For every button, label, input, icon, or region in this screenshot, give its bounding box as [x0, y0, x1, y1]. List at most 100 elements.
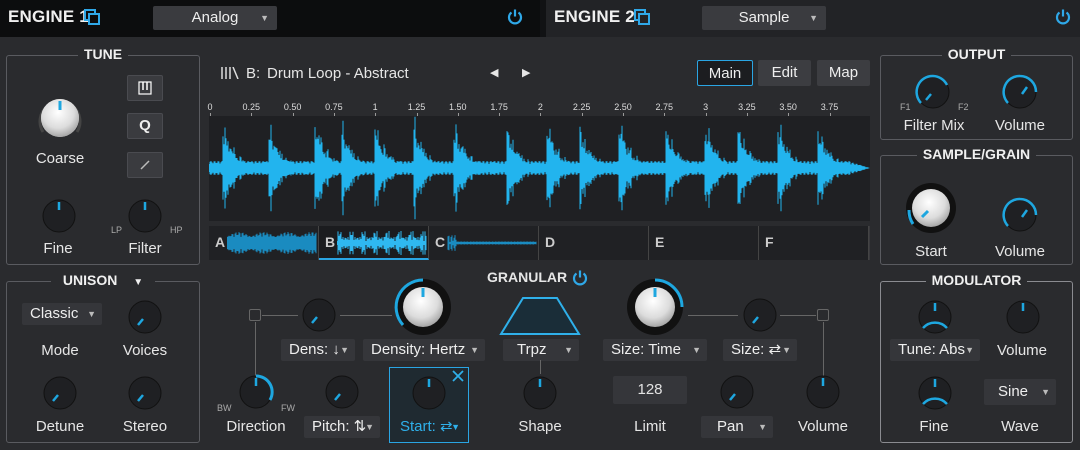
direction-label: Direction: [226, 418, 286, 435]
power-icon[interactable]: [1054, 8, 1072, 26]
modulator-fine-knob[interactable]: [916, 374, 954, 412]
unison-mode-select[interactable]: Classic ▼: [22, 303, 102, 325]
sample-volume-label: Volume: [994, 243, 1046, 260]
timeline-tick: 1.25: [407, 102, 426, 112]
unison-title[interactable]: UNISON ▼: [50, 272, 156, 288]
modulator-volume-knob[interactable]: [1004, 298, 1042, 336]
dens-mod-select[interactable]: Dens: ↓ ▼: [281, 339, 355, 361]
engine2-header: ENGINE 2 Sample ▼: [546, 0, 1080, 37]
sample-slot-label: A: [215, 234, 226, 250]
pencil-icon: [140, 160, 150, 170]
sample-slot-b[interactable]: B: [319, 226, 429, 260]
modulator-wave-select[interactable]: Sine ▼: [984, 379, 1056, 405]
size-mod-knob[interactable]: [741, 296, 779, 334]
mod-slot-left[interactable]: [249, 309, 261, 321]
engine2-type-select[interactable]: Sample ▼: [702, 6, 826, 30]
modulator-tune-knob[interactable]: [916, 298, 954, 336]
limit-label: Limit: [634, 418, 666, 435]
pencil-button[interactable]: [127, 152, 163, 178]
connector-line: [340, 315, 392, 316]
mod-slot-right[interactable]: [817, 309, 829, 321]
limit-field[interactable]: 128: [613, 376, 687, 404]
sample-volume-knob[interactable]: [1001, 196, 1039, 234]
filter-mix-knob[interactable]: [914, 73, 952, 111]
sample-grain-title: SAMPLE/GRAIN: [916, 146, 1037, 162]
modulator-wave-label: Wave: [1001, 418, 1039, 435]
prev-sample-icon[interactable]: ◀: [490, 66, 498, 79]
hp-label: HP: [170, 225, 183, 235]
size-knob[interactable]: [624, 276, 686, 338]
coarse-label: Coarse: [35, 150, 85, 167]
sample-slot-label: B:: [246, 65, 261, 82]
stereo-knob[interactable]: [126, 374, 164, 412]
close-icon[interactable]: [452, 370, 464, 382]
detune-knob[interactable]: [41, 374, 79, 412]
chevron-down-icon: ▼: [965, 345, 974, 355]
timeline-tick: 0.75: [325, 102, 343, 112]
keyboard-icon: [138, 81, 152, 95]
slot-waveform-thumbnail: [227, 232, 317, 254]
voices-label: Voices: [122, 342, 168, 359]
power-icon[interactable]: [571, 269, 589, 287]
sample-slot-f[interactable]: F: [759, 226, 869, 260]
next-sample-icon[interactable]: ▶: [522, 66, 530, 79]
f2-label: F2: [958, 102, 969, 112]
density-mode-select[interactable]: Density: Hertz ▼: [363, 339, 485, 361]
size-mode-select[interactable]: Size: Time ▼: [603, 339, 707, 361]
coarse-knob[interactable]: [34, 92, 86, 144]
start-knob[interactable]: [410, 374, 448, 412]
shape-type-select[interactable]: Trpz ▼: [503, 339, 579, 361]
pan-knob[interactable]: [718, 373, 756, 411]
connector-line: [688, 315, 738, 316]
sample-name[interactable]: Drum Loop - Abstract: [267, 65, 409, 82]
engine2-title: ENGINE 2: [554, 7, 635, 26]
density-knob[interactable]: [392, 276, 454, 338]
timeline-tick: 2: [537, 102, 543, 112]
sample-slot-c[interactable]: C: [429, 226, 539, 260]
filter-mix-label: Filter Mix: [903, 117, 965, 134]
sample-slot-e[interactable]: E: [649, 226, 759, 260]
sample-start-knob[interactable]: [903, 180, 959, 236]
direction-knob[interactable]: [237, 373, 275, 411]
chevron-down-icon: ▼: [451, 422, 460, 432]
sample-start-label: Start: [915, 243, 947, 260]
tab-main[interactable]: Main: [697, 60, 753, 86]
chevron-down-icon: ▼: [782, 345, 791, 355]
modulator-wave-value: Sine: [998, 383, 1029, 400]
size-mod-select[interactable]: Size: ⇄ ▼: [723, 339, 797, 361]
sample-slot-d[interactable]: D: [539, 226, 649, 260]
pitch-knob[interactable]: [323, 373, 361, 411]
pitch-mod-select[interactable]: Pitch: ⇅ ▼: [304, 416, 380, 438]
f1-label: F1: [900, 102, 911, 112]
pan-mod-select[interactable]: Pan ▼: [701, 416, 773, 438]
copy-icon[interactable]: [84, 9, 100, 25]
tab-edit[interactable]: Edit: [758, 60, 811, 86]
size-mode-value: Size: Time: [611, 341, 682, 358]
voices-knob[interactable]: [126, 298, 164, 336]
modulator-tune-select[interactable]: Tune: Abs ▼: [890, 339, 980, 361]
dens-knob[interactable]: [300, 296, 338, 334]
density-mode-value: Density: Hertz: [371, 341, 466, 358]
filter-label: Filter: [128, 240, 162, 257]
power-icon[interactable]: [506, 8, 524, 26]
filter-knob[interactable]: [126, 197, 164, 235]
fine-knob[interactable]: [40, 197, 78, 235]
connector-line: [255, 322, 256, 380]
sample-browser-icon[interactable]: [220, 67, 240, 79]
chevron-down-icon: ▼: [340, 345, 349, 355]
granular-volume-label: Volume: [797, 418, 849, 435]
sample-slot-label: E: [655, 234, 665, 250]
shape-knob[interactable]: [521, 374, 559, 412]
start-mod-select[interactable]: Start: ⇄ ▼: [392, 416, 466, 438]
granular-volume-knob[interactable]: [804, 373, 842, 411]
engine1-type-select[interactable]: Analog ▼: [153, 6, 277, 30]
tab-map[interactable]: Map: [817, 60, 870, 86]
timeline-tick: 3.50: [779, 102, 797, 112]
timeline-tick: 2.50: [614, 102, 632, 112]
keyboard-button[interactable]: [127, 75, 163, 101]
copy-icon[interactable]: [634, 9, 650, 25]
output-volume-knob[interactable]: [1001, 73, 1039, 111]
timeline-tick: 3.25: [738, 102, 756, 112]
q-button[interactable]: Q: [127, 113, 163, 139]
sample-slot-a[interactable]: A: [209, 226, 319, 260]
